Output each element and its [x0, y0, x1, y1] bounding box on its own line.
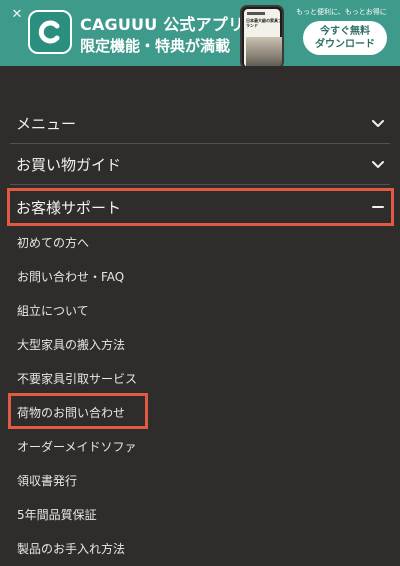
menu-section-customer-support[interactable]: お客様サポート [0, 187, 400, 227]
download-button-line1: 今すぐ無料 [320, 26, 370, 37]
support-item-furniture-pickup[interactable]: 不要家具引取サービス [17, 370, 137, 387]
support-item-custom-sofa[interactable]: オーダーメイドソファ [17, 438, 137, 455]
minus-icon[interactable] [370, 199, 386, 215]
download-button[interactable]: 今すぐ無料 ダウンロード [303, 21, 387, 55]
banner-subtitle: 限定機能・特典が満載 [80, 37, 231, 55]
support-item-assembly[interactable]: 組立について [17, 302, 89, 319]
support-item-care[interactable]: 製品のお手入れ方法 [17, 540, 125, 557]
app-logo-icon [28, 10, 72, 54]
support-item-large-delivery[interactable]: 大型家具の搬入方法 [17, 336, 125, 353]
phone-caption: 日本最大級の家具ブランド [246, 18, 282, 28]
menu-section-shopping-guide[interactable]: お買い物ガイド [0, 144, 400, 184]
support-item-receipt[interactable]: 領収書発行 [17, 472, 77, 489]
section-label: メニュー [16, 114, 77, 133]
chevron-down-icon[interactable] [370, 115, 386, 131]
chevron-down-icon[interactable] [370, 156, 386, 172]
support-item-warranty[interactable]: 5年間品質保証 [17, 506, 97, 523]
banner-tagline: もっと便利に、もっとお得に [296, 8, 387, 16]
support-item-first-time[interactable]: 初めての方へ [17, 234, 89, 251]
close-icon[interactable]: ✕ [10, 8, 24, 22]
support-item-package-inquiry[interactable]: 荷物のお問い合わせ [17, 404, 125, 421]
app-download-banner[interactable]: ✕ CAGUUU 公式アプリ 限定機能・特典が満載 日本最大級の家具ブランド も… [0, 0, 400, 66]
download-button-line2: ダウンロード [315, 39, 375, 50]
banner-title: CAGUUU 公式アプリ [80, 15, 245, 34]
phone-preview-image: 日本最大級の家具ブランド [240, 5, 284, 66]
divider [10, 184, 390, 185]
menu-section-menu[interactable]: メニュー [0, 103, 400, 143]
section-label: お客様サポート [16, 198, 122, 217]
section-label: お買い物ガイド [16, 155, 122, 174]
support-item-contact-faq[interactable]: お問い合わせ・FAQ [17, 268, 124, 285]
